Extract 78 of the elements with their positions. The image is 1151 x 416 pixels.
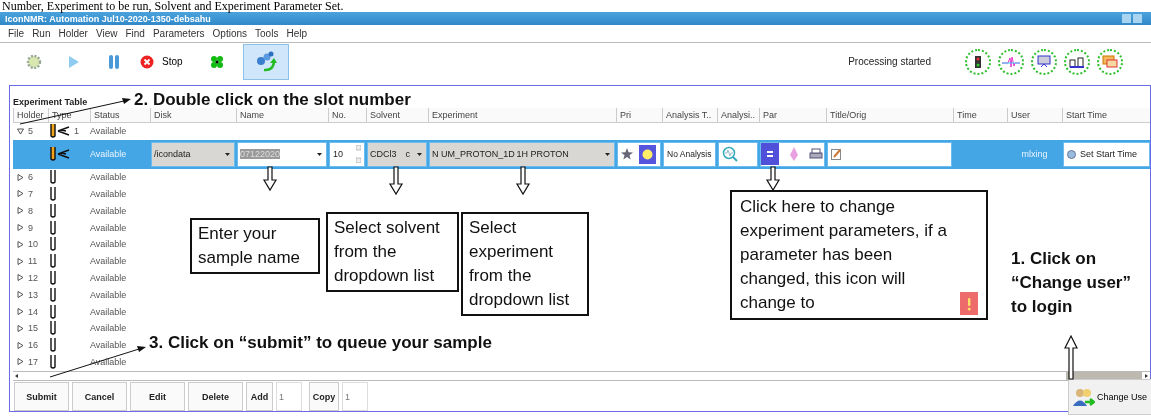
user-text: mlxing [1021,149,1048,160]
annotation-text: Click here to change experiment parameters, if a parameter has been changed, this icon will change to [740,196,948,314]
set-start-time-button[interactable]: Set Start Time [1063,141,1150,167]
status-text: Available [90,205,127,216]
column-header[interactable]: Status [90,108,150,122]
menu-item[interactable]: Tools [251,28,283,39]
column-header[interactable]: Analysis T.. [662,108,717,122]
column-header[interactable]: Holder [13,108,48,122]
column-header[interactable]: No. [328,108,366,122]
status-text: Available [90,289,127,300]
holder-number: 8 [28,205,33,216]
add-count-spinner[interactable]: 1 [276,382,302,411]
copy-count-spinner[interactable]: 1 [342,382,368,411]
menu-item[interactable]: View [91,28,122,39]
holder-number: 17 [28,356,38,367]
holder-number: 5 [28,126,33,137]
add-button[interactable]: Add [246,382,273,411]
status-text: Available [90,189,127,199]
step-annotation: 3. Click on “submit” to queue your sample [149,332,492,354]
caption-text: Number, Experiment to be run, Solvent and Experiment Parameter Set. [2,0,345,12]
status-text: Available [90,306,127,317]
status-text: Available [90,272,127,283]
holder-number: 15 [28,323,38,334]
action-button[interactable]: Cancel [72,382,127,411]
menu-item[interactable]: File [4,28,29,39]
holder-number: 10 [28,239,38,250]
experiment-dropdown[interactable]: N UM_PROTON_1D 1H PROTON [429,141,615,167]
solvent-dropdown[interactable]: CDCl3 c [367,141,427,167]
column-header[interactable]: Start Time [1062,108,1151,122]
holder-number: 14 [28,306,38,317]
menu-item[interactable]: Holder [54,28,92,39]
column-header[interactable]: Pri [616,108,662,122]
column-header[interactable]: Name [236,108,328,122]
column-header[interactable]: Analysi.. [717,108,759,122]
annotation-box: Select solvent from the dropdown list [326,212,459,292]
holder-number: 6 [28,172,33,183]
column-header[interactable]: Disk [150,108,236,122]
annotation-box: Select experiment from the dropdown list [461,212,589,316]
status-text: Available [90,340,127,351]
step-annotation: 1. Click on “Change user” to login [1011,248,1132,318]
status-text: Available [90,149,127,160]
action-button[interactable]: Edit [130,382,185,411]
status-text: Available [90,126,127,137]
number-spinner[interactable]: 10 [329,141,365,167]
status-text: Available [90,172,127,183]
status-text: Available [90,323,127,334]
holder-number: 9 [28,222,33,233]
action-button[interactable]: Delete [188,382,243,411]
holder-number: 7 [28,189,33,199]
holder-number: 11 [28,256,38,267]
menu-item[interactable]: Parameters [148,28,209,39]
panel-title: Experiment Table [13,97,88,107]
menu-item[interactable]: Help [282,28,311,39]
holder-number: 12 [28,272,38,283]
column-header[interactable]: Experiment [428,108,616,122]
annotation-box: Enter your sample name [190,218,320,274]
copy-button[interactable]: Copy [309,382,339,411]
count-text: 1 [74,126,79,137]
status-text: Available [90,222,127,233]
holder-number: 16 [28,340,38,351]
column-header[interactable]: Par [759,108,826,122]
column-header[interactable]: User [1007,108,1062,122]
menu-item[interactable]: Find [121,28,149,39]
menu-item[interactable]: Options [208,28,252,39]
disk-dropdown[interactable]: /icondata [151,141,235,167]
column-header[interactable]: Time [953,108,1007,122]
status-text: Processing started [848,56,931,67]
stop-button[interactable]: Stop [134,43,197,80]
column-header[interactable]: Solvent [366,108,428,122]
holder-number: 13 [28,289,38,300]
menu-item[interactable]: Run [28,28,55,39]
window-title: IconNMR: Automation Jul10-2020-1350-debsahu [5,13,211,24]
status-text: Available [90,239,127,250]
action-button[interactable]: Submit [14,382,69,411]
status-text: Available [90,256,127,267]
column-header[interactable]: Title/Orig [826,108,953,122]
change-user-button[interactable]: Change Use [1067,379,1151,415]
step-annotation: 2. Double click on the slot number [134,91,411,108]
